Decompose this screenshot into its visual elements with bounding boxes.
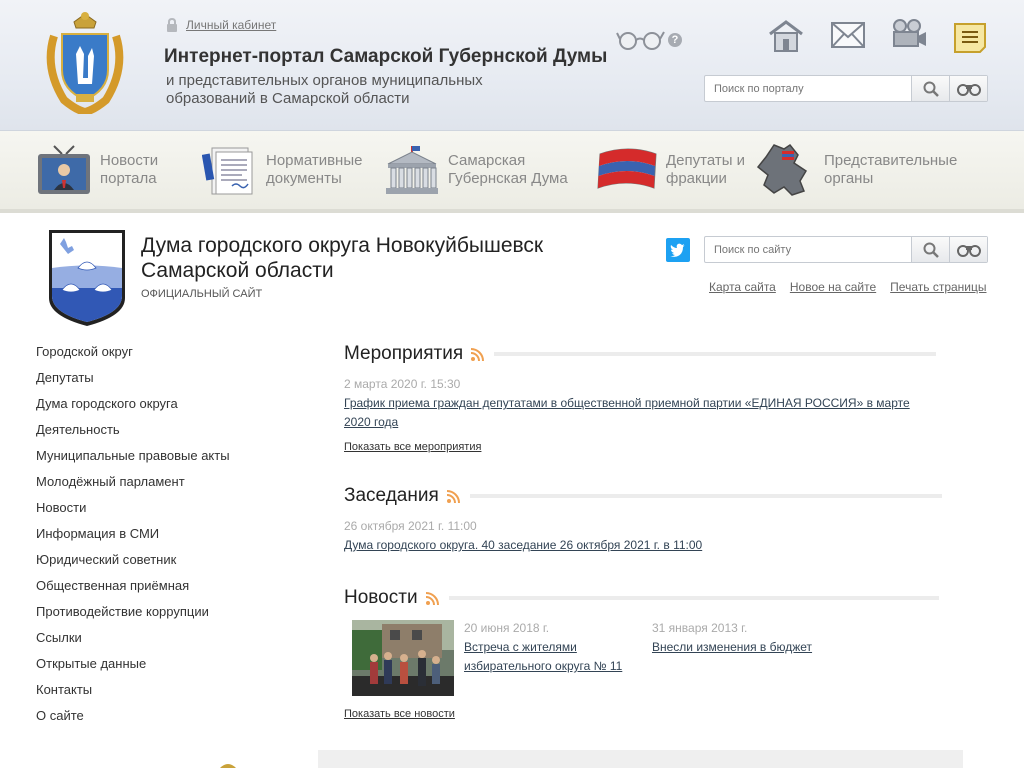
meetings-section-header: Заседания — [344, 485, 942, 507]
menu-item-public-reception[interactable]: Общественная приёмная — [36, 577, 230, 603]
sitemap-link[interactable]: Карта сайта — [709, 280, 776, 294]
portal-subtitle: и представительных органов муниципальных… — [166, 72, 483, 107]
site-utility-links: Карта сайта Новое на сайте Печать страни… — [709, 280, 987, 294]
flag-icon — [597, 148, 657, 189]
personal-cabinet-label[interactable]: Личный кабинет — [186, 18, 276, 32]
site-subtitle: ОФИЦИАЛЬНЫЙ САЙТ — [141, 288, 263, 300]
tv-news-icon — [38, 145, 90, 194]
meeting-link[interactable]: Дума городского округа. 40 заседание 26 … — [344, 536, 844, 555]
site-search-button[interactable] — [911, 237, 949, 262]
notes-icon[interactable] — [954, 23, 986, 53]
menu-item-city-duma[interactable]: Дума городского округа — [36, 395, 230, 421]
left-menu: Городской округ Депутаты Дума городского… — [36, 343, 230, 733]
site-title[interactable]: Дума городского округа Новокуйбышевск Са… — [141, 233, 601, 283]
portal-search — [704, 75, 988, 102]
twitter-icon[interactable] — [666, 238, 690, 262]
portal-search-button[interactable] — [911, 76, 949, 101]
news-photo-thumbnail[interactable] — [352, 620, 454, 696]
news-item-date: 20 июня 2018 г. — [464, 621, 550, 635]
documents-icon — [202, 147, 253, 195]
show-all-events-link[interactable]: Показать все мероприятия — [344, 441, 481, 453]
menu-item-legal-advisor[interactable]: Юридический советник — [36, 551, 230, 577]
meetings-section-title[interactable]: Заседания — [344, 485, 439, 507]
mail-icon[interactable] — [831, 22, 865, 48]
nav-item-representative-bodies[interactable]: Представительные органы — [754, 131, 964, 209]
personal-cabinet-link[interactable]: Личный кабинет — [166, 18, 276, 32]
menu-item-legal-acts[interactable]: Муниципальные правовые акты — [36, 447, 230, 473]
nav-item-portal-news[interactable]: Новости портала — [36, 131, 170, 209]
menu-item-media[interactable]: Информация в СМИ — [36, 525, 230, 551]
rss-icon[interactable] — [425, 591, 439, 605]
nav-item-deputies-factions[interactable]: Депутаты и фракции — [596, 131, 746, 209]
portal-advanced-search-button[interactable] — [949, 76, 987, 101]
news-section-header: Новости — [344, 587, 939, 609]
menu-item-city-district[interactable]: Городской округ — [36, 343, 230, 369]
portal-navigation: Новости портала Нормативные документы Са… — [0, 131, 1024, 213]
site-search-input[interactable] — [705, 237, 910, 262]
nav-label-representative-bodies: Представительные органы — [824, 152, 958, 187]
menu-item-youth-parliament[interactable]: Молодёжный парламент — [36, 473, 230, 499]
lock-icon — [167, 18, 177, 32]
menu-item-links[interactable]: Ссылки — [36, 629, 230, 655]
help-icon[interactable]: ? — [668, 33, 682, 47]
news-item-date: 31 января 2013 г. — [652, 621, 748, 635]
events-section-header: Мероприятия — [344, 343, 937, 365]
event-link[interactable]: График приема граждан депутатами в общес… — [344, 394, 914, 432]
menu-item-activity[interactable]: Деятельность — [36, 421, 230, 447]
menu-item-news[interactable]: Новости — [36, 499, 230, 525]
menu-item-deputies[interactable]: Депутаты — [36, 369, 230, 395]
duma-building-icon — [386, 146, 438, 194]
nav-item-samara-duma[interactable]: Самарская Губернская Дума — [384, 131, 568, 209]
site-search — [704, 236, 988, 263]
events-section-title[interactable]: Мероприятия — [344, 343, 463, 365]
footer-emblem-logo — [220, 764, 236, 768]
news-item-link[interactable]: Внесли изменения в бюджет — [652, 638, 852, 657]
home-icon[interactable] — [768, 18, 804, 54]
whats-new-link[interactable]: Новое на сайте — [790, 280, 876, 294]
rss-icon[interactable] — [471, 347, 485, 361]
site-advanced-search-button[interactable] — [949, 237, 987, 262]
rss-icon[interactable] — [446, 489, 460, 503]
show-all-news-link[interactable]: Показать все новости — [344, 708, 455, 720]
meeting-date: 26 октября 2021 г. 11:00 — [344, 519, 477, 533]
portal-title[interactable]: Интернет-портал Самарской Губернской Дум… — [164, 46, 607, 68]
nav-label-portal-news: Новости портала — [100, 152, 159, 187]
region-map-icon — [756, 143, 808, 196]
nav-label-deputies-factions: Депутаты и фракции — [666, 152, 746, 187]
portal-search-input[interactable] — [705, 76, 910, 101]
novokuybyshevsk-emblem-logo[interactable] — [48, 228, 126, 328]
portal-header: Личный кабинет Интернет-портал Самарской… — [0, 0, 1024, 131]
binoculars-icon — [956, 83, 981, 96]
binoculars-icon — [956, 244, 981, 257]
print-page-link[interactable]: Печать страницы — [890, 280, 986, 294]
nav-label-normative-documents: Нормативные документы — [266, 152, 363, 187]
video-camera-icon[interactable] — [890, 18, 928, 50]
news-item-link[interactable]: Встреча с жителями избирательного округа… — [464, 638, 634, 676]
twitter-bird-glyph — [670, 243, 685, 257]
menu-item-about[interactable]: О сайте — [36, 707, 230, 733]
samara-coat-of-arms-logo[interactable] — [36, 8, 134, 114]
event-date: 2 марта 2020 г. 15:30 — [344, 377, 461, 391]
news-section-title[interactable]: Новости — [344, 587, 418, 609]
footer-panel — [318, 750, 963, 768]
nav-item-normative-documents[interactable]: Нормативные документы — [202, 131, 366, 209]
search-icon — [923, 242, 939, 258]
menu-item-contacts[interactable]: Контакты — [36, 681, 230, 707]
low-vision-glasses-icon[interactable] — [616, 28, 666, 52]
nav-label-samara-duma: Самарская Губернская Дума — [448, 152, 568, 187]
menu-item-open-data[interactable]: Открытые данные — [36, 655, 230, 681]
menu-item-anti-corruption[interactable]: Противодействие коррупции — [36, 603, 230, 629]
search-icon — [923, 81, 939, 97]
